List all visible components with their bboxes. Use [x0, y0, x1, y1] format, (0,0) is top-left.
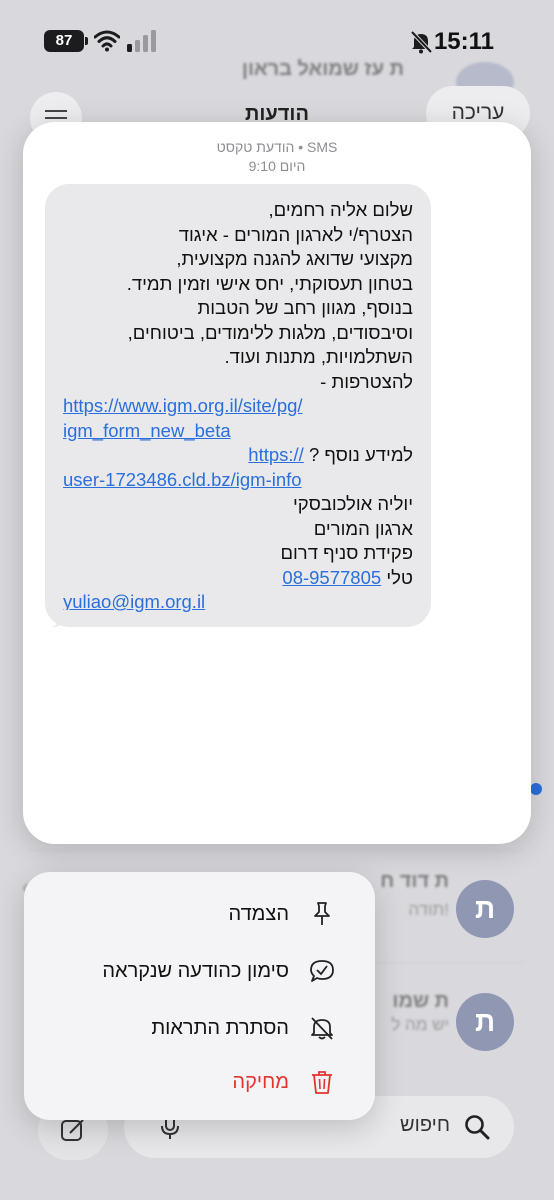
menu-item-label: סימון כהודעה שנקראה [102, 960, 289, 982]
battery-indicator: 87 [44, 30, 84, 52]
message-line: למידע נוסף ? [308, 444, 413, 465]
search-icon [465, 1115, 490, 1140]
message-line: ארגון המורים [313, 517, 413, 539]
cellular-signal-icon [127, 30, 156, 52]
conversation-preview: תודה! [408, 900, 449, 919]
email-link[interactable]: yuliao@igm.org.il [63, 591, 205, 612]
mark-read-icon [310, 960, 334, 982]
message-line: השתלמויות, מתנות ועוד. [224, 346, 413, 367]
conversation-name: ת שמו [392, 990, 449, 1012]
message-line: בטחון תעסוקתי, יחס אישי וזמין תמיד. [126, 272, 413, 294]
bubble-tail [51, 610, 73, 628]
avatar[interactable]: ת [456, 880, 514, 938]
menu-item-hide-alerts[interactable]: הסתרת התראות [24, 1000, 375, 1058]
menu-item-label: מחיקה [232, 1071, 289, 1093]
unread-indicator [530, 783, 542, 795]
message-line: שלום אליה רחמים, [268, 199, 414, 220]
message-preview-card[interactable]: הודעת טקסט • SMS היום 9:10 שלום אליה רחמ… [23, 122, 531, 844]
context-menu: הצמדה סימון כהודעה שנקראה הסתרת התראות מ… [24, 872, 375, 1120]
phone-link[interactable]: 08-9577805 [282, 567, 381, 588]
divider [30, 850, 524, 851]
message-line: בנוסף, מגוון רחב של הטבות [197, 297, 413, 318]
menu-item-label: הסתרת התראות [151, 1017, 289, 1039]
menu-item-pin[interactable]: הצמדה [24, 886, 375, 944]
link-more-info[interactable]: user-1723486.cld.bz/igm-info [63, 469, 302, 490]
pin-icon [314, 902, 330, 925]
bell-slash-icon [311, 1017, 333, 1040]
menu-item-label: הצמדה [228, 903, 289, 925]
avatar[interactable]: ת [456, 993, 514, 1051]
message-line: פקידת סניף דרום [280, 542, 413, 563]
message-line: טלי [386, 566, 413, 588]
trash-icon [312, 1071, 332, 1094]
silent-mode-icon [410, 30, 432, 54]
conversation-name: ת דוד ח [380, 870, 449, 892]
message-bubble[interactable]: שלום אליה רחמים, הצטרף/י לארגון המורים -… [45, 184, 431, 627]
message-type: הודעת טקסט • SMS [216, 139, 338, 155]
compose-icon [61, 1119, 84, 1141]
message-line: הצטרף/י לארגון המורים - איגוד [178, 223, 413, 245]
status-time: 15:11 [433, 28, 494, 55]
conversation-name: ת עז שמואל בראון [241, 58, 404, 80]
search-placeholder: חיפוש [400, 1114, 450, 1136]
wifi-icon [94, 30, 120, 52]
message-line: יוליה אולכובסקי [293, 493, 413, 514]
message-header: הודעת טקסט • SMS היום 9:10 [23, 138, 531, 176]
menu-item-delete[interactable]: מחיקה [24, 1054, 375, 1112]
battery-cap [85, 37, 88, 45]
link-join-form[interactable]: https://www.igm.org.il/site/pg/ [63, 395, 303, 416]
message-line: להצטרפות - [320, 370, 413, 392]
message-line: וסיבסודים, מלגות ללימודים, ביטוחים, [127, 321, 413, 343]
link-join-form[interactable]: igm_form_new_beta [63, 420, 231, 441]
link-more-info[interactable]: https:// [248, 444, 304, 465]
message-timestamp: היום 9:10 [248, 158, 306, 174]
menu-item-mark-read[interactable]: סימון כהודעה שנקראה [24, 943, 375, 1001]
message-line: מקצועי שדואג להגנה מקצועית, [176, 248, 413, 269]
conversation-preview: יש מה ל [391, 1015, 449, 1034]
